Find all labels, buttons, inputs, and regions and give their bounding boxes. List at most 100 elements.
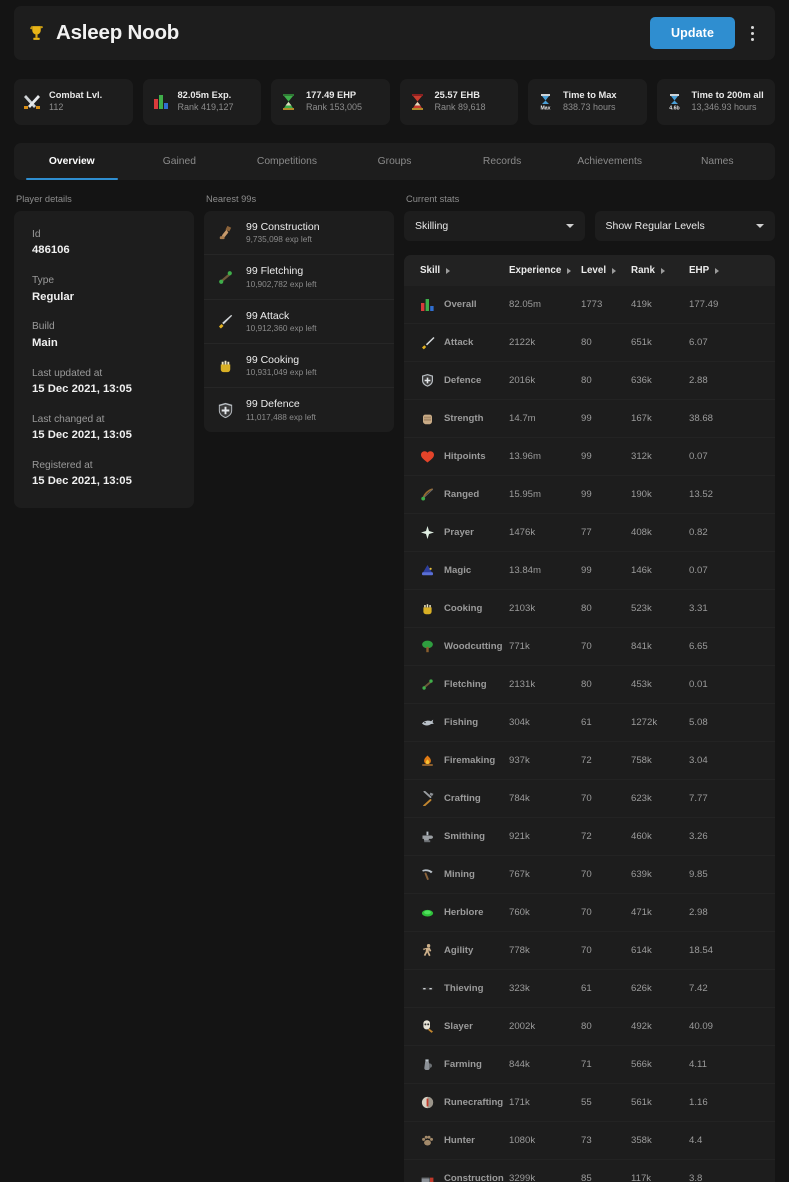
cell-ehp: 7.42 — [689, 969, 775, 1008]
table-row[interactable]: Woodcutting 771k 70 841k 6.65 — [404, 627, 775, 666]
table-row[interactable]: Cooking 2103k 80 523k 3.31 — [404, 589, 775, 628]
table-row[interactable]: Smithing 921k 72 460k 3.26 — [404, 817, 775, 856]
cell-experience: 14.7m — [509, 399, 581, 438]
levels-dropdown-value: Show Regular Levels — [605, 220, 705, 232]
column-header-rank[interactable]: Rank — [631, 255, 689, 286]
tab-competitions[interactable]: Competitions — [233, 143, 341, 180]
table-row[interactable]: Fletching 2131k 80 453k 0.01 — [404, 665, 775, 704]
cell-level: 80 — [581, 589, 631, 628]
svg-text:4.6b: 4.6b — [669, 105, 679, 111]
cell-experience: 323k — [509, 969, 581, 1008]
table-row[interactable]: Runecrafting 171k 55 561k 1.16 — [404, 1083, 775, 1122]
table-row[interactable]: Crafting 784k 70 623k 7.77 — [404, 779, 775, 818]
hitpoints-icon — [421, 451, 434, 463]
cell-rank: 758k — [631, 741, 689, 780]
detail-key-type: Type — [32, 275, 55, 287]
update-button[interactable]: Update — [650, 17, 735, 49]
column-header-level[interactable]: Level — [581, 255, 631, 286]
magic-icon — [422, 565, 433, 576]
table-row[interactable]: Hitpoints 13.96m 99 312k 0.07 — [404, 437, 775, 476]
nearest-99-exp: 10,931,049 exp left — [246, 367, 317, 378]
table-row[interactable]: Attack 2122k 80 651k 6.07 — [404, 323, 775, 362]
cell-skill: Fletching — [404, 665, 509, 704]
cell-skill: Slayer — [404, 1007, 509, 1046]
table-row[interactable]: Farming 844k 71 566k 4.11 — [404, 1045, 775, 1084]
cell-skill: Prayer — [404, 513, 509, 552]
table-row[interactable]: Slayer 2002k 80 492k 40.09 — [404, 1007, 775, 1046]
table-row[interactable]: Construction 3299k 85 117k 3.8 — [404, 1160, 775, 1182]
cell-level: 61 — [581, 703, 631, 742]
nearest-99-name: 99 Attack — [246, 309, 290, 322]
levels-dropdown[interactable]: Show Regular Levels — [594, 211, 775, 241]
cell-ehp: 0.01 — [689, 665, 775, 704]
table-row[interactable]: Prayer 1476k 77 408k 0.82 — [404, 513, 775, 552]
cell-rank: 636k — [631, 361, 689, 400]
table-row[interactable]: Fishing 304k 61 1272k 5.08 — [404, 703, 775, 742]
tab-names[interactable]: Names — [663, 143, 771, 180]
cell-level: 1773 — [581, 286, 631, 324]
table-row[interactable]: Defence 2016k 80 636k 2.88 — [404, 361, 775, 400]
bar-chart-icon — [153, 95, 168, 109]
mining-icon — [422, 869, 433, 881]
cell-ehp: 6.65 — [689, 627, 775, 666]
list-item[interactable]: 99 Cooking 10,931,049 exp left — [204, 344, 394, 389]
table-row[interactable]: Overall 82.05m 1773 419k 177.49 — [404, 286, 775, 324]
nearest-99-name: 99 Construction — [246, 221, 320, 233]
metric-dropdown[interactable]: Skilling — [404, 211, 585, 241]
table-row[interactable]: Strength 14.7m 99 167k 38.68 — [404, 399, 775, 438]
column-header-label: Skill — [420, 265, 441, 276]
cell-experience: 778k — [509, 931, 581, 970]
current-stats-column: Current stats Skilling Show Regular Leve… — [404, 194, 775, 1182]
column-header-ehp[interactable]: EHP — [689, 255, 775, 286]
cell-skill: Woodcutting — [404, 627, 509, 666]
detail-value-build: Main — [32, 336, 58, 349]
sort-arrow-icon — [660, 267, 665, 274]
list-item[interactable]: 99 Construction 9,735,098 exp left — [204, 211, 394, 256]
hourglass-green-icon — [283, 94, 294, 110]
nearest-99-exp: 10,912,360 exp left — [246, 322, 317, 333]
tab-groups[interactable]: Groups — [341, 143, 449, 180]
column-header-skill[interactable]: Skill — [404, 255, 509, 286]
table-row[interactable]: Ranged 15.95m 99 190k 13.52 — [404, 475, 775, 514]
cell-level: 77 — [581, 513, 631, 552]
skill-name: Defence — [444, 375, 482, 386]
cell-experience: 3299k — [509, 1173, 536, 1182]
cell-rank: 408k — [631, 513, 689, 552]
detail-key-build: Build — [32, 321, 55, 333]
table-row[interactable]: Herblore 760k 70 471k 2.98 — [404, 893, 775, 932]
table-row[interactable]: Hunter 1080k 73 358k 4.4 — [404, 1121, 775, 1160]
chevron-down-icon — [756, 224, 764, 228]
list-item[interactable]: 99 Attack 10,912,360 exp left — [204, 300, 394, 345]
stat-label: Time to 200m all — [691, 89, 764, 100]
tab-achievements[interactable]: Achievements — [556, 143, 664, 180]
cell-ehp: 4.4 — [689, 1121, 775, 1160]
tab-overview[interactable]: Overview — [18, 143, 126, 180]
tab-gained[interactable]: Gained — [126, 143, 234, 180]
table-row[interactable]: Thieving 323k 61 626k 7.42 — [404, 969, 775, 1008]
detail-key-registered: Registered at — [32, 460, 93, 472]
cell-rank: 471k — [631, 893, 689, 932]
column-header-experience[interactable]: Experience — [509, 255, 581, 286]
hourglass-200m-icon: 4.6b — [668, 94, 680, 111]
defence-icon — [422, 374, 433, 387]
skill-name: Farming — [444, 1059, 482, 1070]
table-row[interactable]: Magic 13.84m 99 146k 0.07 — [404, 551, 775, 590]
list-item[interactable]: 99 Defence 11,017,488 exp left — [204, 388, 394, 431]
cell-ehp: 1.16 — [689, 1083, 775, 1122]
table-row[interactable]: Agility 778k 70 614k 18.54 — [404, 931, 775, 970]
stat-card-ehp: 177.49 EHP Rank 153,005 — [271, 79, 390, 125]
hourglass-max-icon: Max — [540, 94, 551, 111]
cell-ehp: 7.77 — [689, 779, 775, 818]
column-header-label: Level — [581, 265, 607, 276]
agility-icon — [422, 944, 432, 957]
cell-ehp: 38.68 — [689, 399, 775, 438]
column-header-label: Rank — [631, 265, 655, 276]
cell-level: 73 — [581, 1121, 631, 1160]
table-row[interactable]: Firemaking 937k 72 758k 3.04 — [404, 741, 775, 780]
tab-records[interactable]: Records — [448, 143, 556, 180]
stat-label: Time to Max — [563, 89, 617, 100]
kebab-menu-icon[interactable] — [739, 18, 765, 48]
table-row[interactable]: Mining 767k 70 639k 9.85 — [404, 855, 775, 894]
list-item[interactable]: 99 Fletching 10,902,782 exp left — [204, 255, 394, 300]
cell-level: 80 — [581, 1007, 631, 1046]
